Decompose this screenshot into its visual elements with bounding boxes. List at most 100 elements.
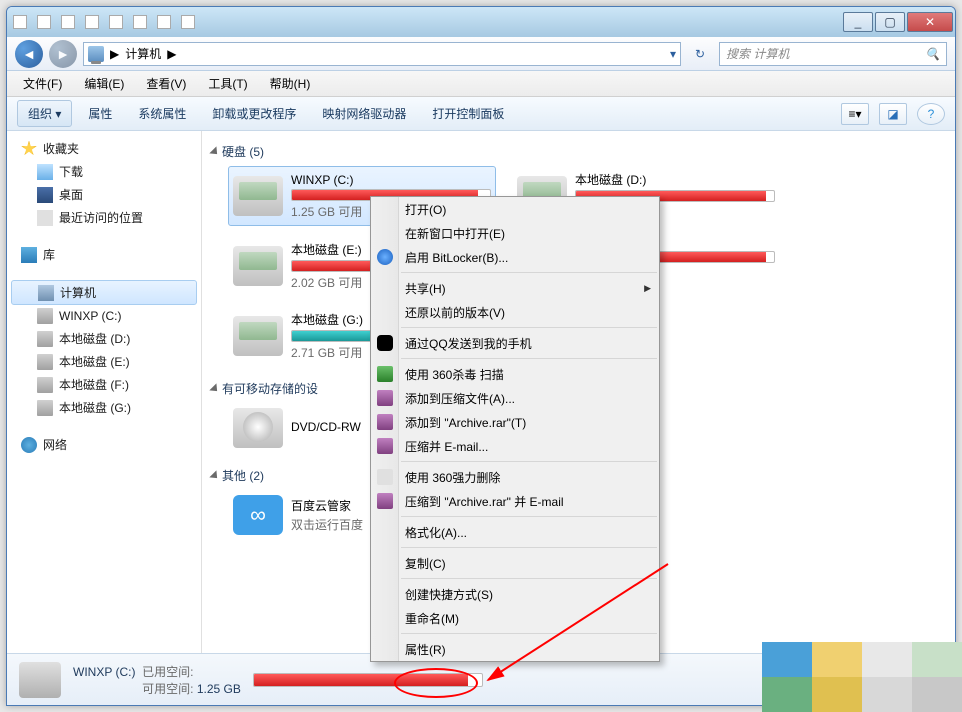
drive-name: 本地磁盘 (D:) <box>575 171 775 188</box>
sidebar-item-label: 网络 <box>43 436 67 453</box>
system-properties-button[interactable]: 系统属性 <box>128 101 196 126</box>
menu-file[interactable]: 文件(F) <box>13 72 72 95</box>
sidebar-item-label: 最近访问的位置 <box>59 209 143 226</box>
nav-bar: ◄ ► ▶ 计算机 ▶ ▾ ↻ 搜索 计算机 🔍 <box>7 37 955 71</box>
cm-rar-email[interactable]: 压缩到 "Archive.rar" 并 E-mail <box>371 489 659 513</box>
status-drive-icon <box>19 662 61 698</box>
sidebar-item-label: 本地磁盘 (D:) <box>59 330 130 347</box>
address-dropdown[interactable]: ▾ <box>670 47 676 61</box>
cm-compress-email[interactable]: 压缩并 E-mail... <box>371 434 659 458</box>
cm-properties[interactable]: 属性(R) <box>371 637 659 661</box>
cm-360-scan[interactable]: 使用 360杀毒 扫描 <box>371 362 659 386</box>
sidebar-item-label: 本地磁盘 (F:) <box>59 376 129 393</box>
sidebar-recent[interactable]: 最近访问的位置 <box>7 206 201 229</box>
sidebar-downloads[interactable]: 下载 <box>7 160 201 183</box>
back-button[interactable]: ◄ <box>15 40 43 68</box>
drive-icon <box>37 377 53 393</box>
sidebar-favorites[interactable]: 收藏夹 <box>7 137 201 160</box>
drive-icon <box>37 308 53 324</box>
download-icon <box>37 164 53 180</box>
sidebar-drive-d[interactable]: 本地磁盘 (D:) <box>7 327 201 350</box>
drive-icon <box>37 331 53 347</box>
status-text: WINXP (C:) 已用空间: WINXP (C:) 可用空间: 1.25 G… <box>73 663 241 697</box>
drive-icon <box>37 354 53 370</box>
cm-rename[interactable]: 重命名(M) <box>371 606 659 630</box>
cm-copy[interactable]: 复制(C) <box>371 551 659 575</box>
address-bar[interactable]: ▶ 计算机 ▶ ▾ <box>83 42 681 66</box>
uninstall-button[interactable]: 卸载或更改程序 <box>202 101 306 126</box>
star-icon <box>21 141 37 157</box>
control-panel-button[interactable]: 打开控制面板 <box>422 101 514 126</box>
cm-360-force-delete[interactable]: 使用 360强力删除 <box>371 465 659 489</box>
drive-icon <box>233 246 283 286</box>
drive-name: WINXP (C:) <box>291 173 491 187</box>
cm-share[interactable]: 共享(H) <box>371 276 659 300</box>
libraries-icon <box>21 247 37 263</box>
cm-add-archive[interactable]: 添加到压缩文件(A)... <box>371 386 659 410</box>
menu-help[interactable]: 帮助(H) <box>260 72 321 95</box>
titlebar-left-blur <box>7 15 841 29</box>
breadcrumb-sep-2: ▶ <box>167 47 176 61</box>
window-controls: _ ▢ ✕ <box>841 12 953 32</box>
sidebar-drive-g[interactable]: 本地磁盘 (G:) <box>7 396 201 419</box>
menu-tools[interactable]: 工具(T) <box>198 72 257 95</box>
search-input[interactable]: 搜索 计算机 🔍 <box>719 42 947 66</box>
archive-icon <box>377 493 393 509</box>
cm-restore-versions[interactable]: 还原以前的版本(V) <box>371 300 659 324</box>
computer-icon <box>38 285 54 301</box>
qq-icon <box>377 335 393 351</box>
menu-view[interactable]: 查看(V) <box>136 72 196 95</box>
titlebar: _ ▢ ✕ <box>7 7 955 37</box>
section-title: 有可移动存储的设 <box>222 380 318 397</box>
close-button[interactable]: ✕ <box>907 12 953 32</box>
toolbar: 组织 ▾ 属性 系统属性 卸载或更改程序 映射网络驱动器 打开控制面板 ≡▾ ◪… <box>7 97 955 131</box>
sidebar-drive-e[interactable]: 本地磁盘 (E:) <box>7 350 201 373</box>
cm-qq-send[interactable]: 通过QQ发送到我的手机 <box>371 331 659 355</box>
cm-create-shortcut[interactable]: 创建快捷方式(S) <box>371 582 659 606</box>
maximize-button[interactable]: ▢ <box>875 12 905 32</box>
forward-button[interactable]: ► <box>49 40 77 68</box>
cm-add-archive-rar[interactable]: 添加到 "Archive.rar"(T) <box>371 410 659 434</box>
sidebar-drive-f[interactable]: 本地磁盘 (F:) <box>7 373 201 396</box>
help-button[interactable]: ? <box>917 103 945 125</box>
delete-icon <box>377 469 393 485</box>
status-free-label: 可用空间: <box>142 682 193 696</box>
cm-format[interactable]: 格式化(A)... <box>371 520 659 544</box>
dvd-icon <box>233 408 283 448</box>
map-drive-button[interactable]: 映射网络驱动器 <box>312 101 416 126</box>
sidebar-desktop[interactable]: 桌面 <box>7 183 201 206</box>
breadcrumb-root[interactable]: 计算机 <box>125 45 161 62</box>
chevron-down-icon <box>209 146 220 157</box>
refresh-button[interactable]: ↻ <box>687 43 713 65</box>
drive-icon <box>233 316 283 356</box>
shield-icon <box>377 366 393 382</box>
status-used-label: 已用空间: <box>142 665 193 679</box>
drive-icon <box>233 176 283 216</box>
minimize-button[interactable]: _ <box>843 12 873 32</box>
cm-open[interactable]: 打开(O) <box>371 197 659 221</box>
status-free-value: 1.25 GB <box>197 682 241 696</box>
computer-icon <box>88 46 104 62</box>
sidebar-computer[interactable]: 计算机 <box>11 280 197 305</box>
properties-button[interactable]: 属性 <box>78 101 122 126</box>
search-placeholder: 搜索 计算机 <box>726 45 789 62</box>
sidebar-libraries[interactable]: 库 <box>7 243 201 266</box>
section-title: 硬盘 (5) <box>222 143 264 160</box>
sidebar-drive-c[interactable]: WINXP (C:) <box>7 305 201 327</box>
sidebar-network[interactable]: 网络 <box>7 433 201 456</box>
cm-bitlocker[interactable]: 启用 BitLocker(B)... <box>371 245 659 269</box>
view-mode-button[interactable]: ≡▾ <box>841 103 869 125</box>
menu-edit[interactable]: 编辑(E) <box>74 72 134 95</box>
chevron-down-icon <box>209 383 220 394</box>
cm-open-new-window[interactable]: 在新窗口中打开(E) <box>371 221 659 245</box>
preview-pane-button[interactable]: ◪ <box>879 103 907 125</box>
status-usage-bar <box>253 673 483 687</box>
sidebar-item-label: 本地磁盘 (E:) <box>59 353 130 370</box>
sidebar-item-label: 库 <box>43 246 55 263</box>
section-hdd[interactable]: 硬盘 (5) <box>204 139 953 164</box>
blur-decoration <box>762 642 962 712</box>
search-icon: 🔍 <box>925 47 940 61</box>
archive-icon <box>377 438 393 454</box>
organize-button[interactable]: 组织 ▾ <box>17 100 72 127</box>
recent-icon <box>37 210 53 226</box>
